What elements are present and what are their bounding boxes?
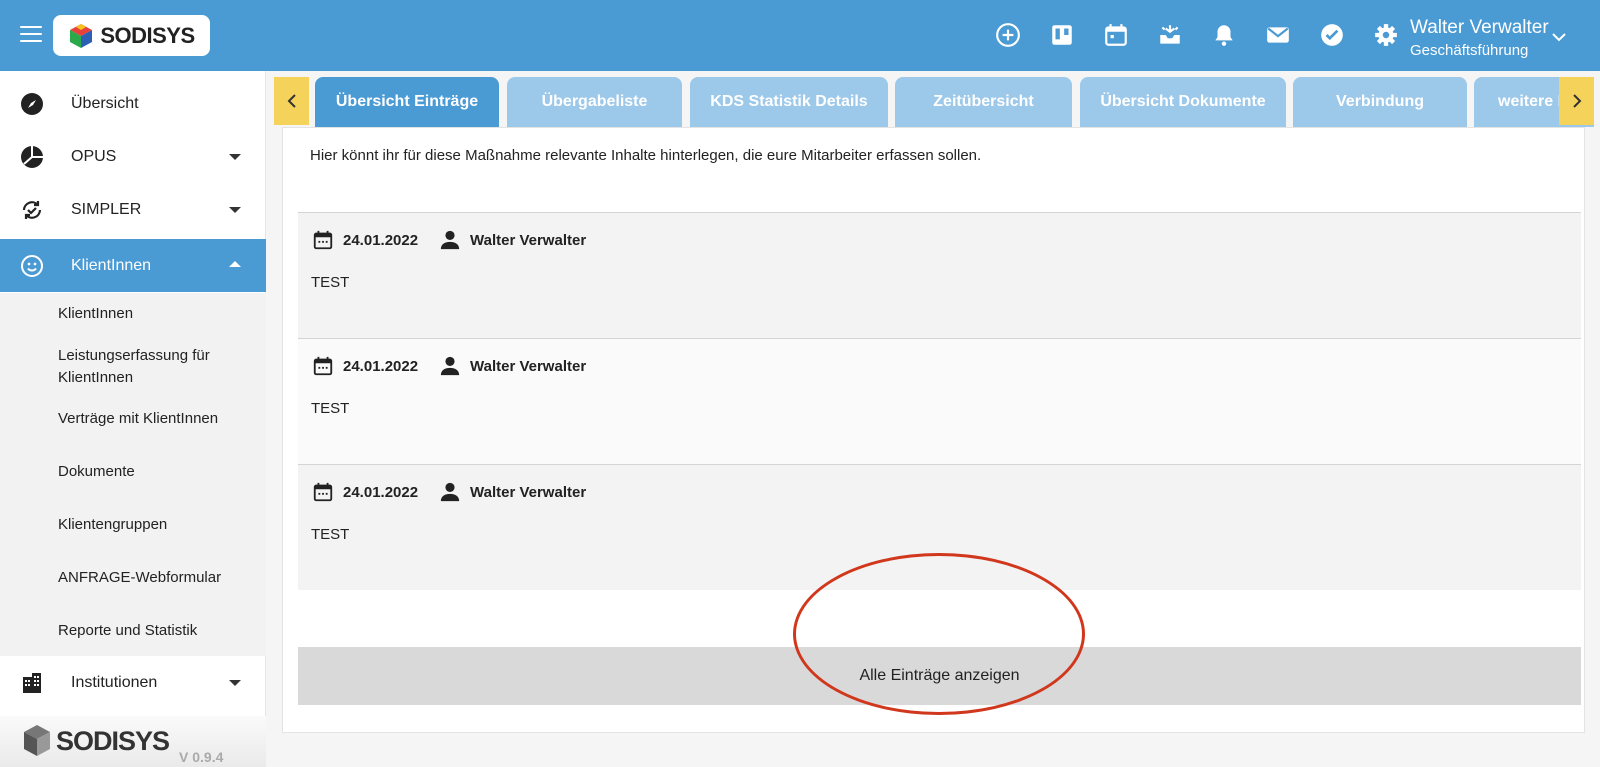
footer-logo: SODISYS (22, 724, 170, 758)
chevron-left-icon (287, 94, 296, 108)
sidebar-item-label: KlientInnen (71, 257, 152, 274)
add-circle-icon[interactable] (995, 22, 1021, 48)
user-role: Geschäftsführung (1410, 42, 1529, 59)
top-bar: SODISYS Walter Verwalter Geschäftsführun… (0, 0, 1600, 71)
mail-icon[interactable] (1265, 22, 1291, 48)
sidebar: Übersicht OPUS SIMPLER KlientInnen Klien… (0, 71, 266, 767)
submenu-item-vertraege[interactable]: Verträge mit KlientInnen (58, 408, 248, 430)
entry-text: TEST (311, 526, 350, 543)
calendar-icon (313, 230, 333, 250)
chevron-down-icon[interactable] (1552, 32, 1566, 42)
tab-uebersicht-eintraege[interactable]: Übersicht Einträge (315, 77, 499, 127)
compass-icon (21, 93, 43, 115)
person-icon (440, 230, 460, 250)
sidebar-item-label: Übersicht (71, 95, 139, 112)
entry-date: 24.01.2022 (343, 358, 419, 375)
chevron-right-icon (1572, 94, 1581, 108)
submenu-item-dokumente[interactable]: Dokumente (58, 461, 248, 483)
submenu-item-klientinnen[interactable]: KlientInnen (58, 303, 248, 325)
smile-icon (21, 255, 43, 277)
sidebar-item-institutionen[interactable]: Institutionen (0, 656, 266, 709)
tab-verbindung[interactable]: Verbindung (1293, 77, 1467, 127)
calendar-icon (313, 356, 333, 376)
entries-panel: Hier könnt ihr für diese Maßnahme releva… (282, 127, 1585, 733)
entry-author: Walter Verwalter (470, 484, 587, 501)
pie-icon (21, 146, 43, 168)
version-label: V 0.9.4 (179, 749, 224, 765)
check-circle-icon[interactable] (1319, 22, 1345, 48)
gear-icon[interactable] (1373, 22, 1399, 48)
entry-item: 24.01.2022 Walter Verwalter TEST (298, 212, 1581, 338)
calendar-icon (313, 482, 333, 502)
tabs-scroll-right-button[interactable] (1559, 77, 1594, 125)
entry-date: 24.01.2022 (343, 484, 419, 501)
sidebar-item-label: SIMPLER (71, 201, 142, 218)
tab-uebergabeliste[interactable]: Übergabeliste (507, 77, 682, 127)
logo-cube-icon (24, 725, 50, 756)
tab-uebersicht-dokumente[interactable]: Übersicht Dokumente (1080, 77, 1286, 127)
tabs-scroll-left-button[interactable] (274, 77, 309, 125)
main-content: Übersicht Einträge Übergabeliste KDS Sta… (266, 71, 1600, 767)
logo-text: SODISYS (100, 22, 195, 48)
submenu-klientinnen: KlientInnen Leistungserfassung für Klien… (0, 293, 266, 656)
sync-icon (22, 201, 42, 219)
entry-date: 24.01.2022 (343, 232, 419, 249)
entry-author: Walter Verwalter (470, 232, 587, 249)
menu-icon[interactable] (20, 26, 42, 44)
sidebar-item-uebersicht[interactable]: Übersicht (0, 77, 266, 130)
calendar-icon[interactable] (1103, 22, 1129, 48)
intro-text: Hier könnt ihr für diese Maßnahme releva… (310, 147, 982, 164)
logo-cube-icon (70, 23, 93, 48)
building-icon (23, 673, 41, 693)
entry-author: Walter Verwalter (470, 358, 587, 375)
sidebar-item-simpler[interactable]: SIMPLER (0, 183, 266, 236)
entry-item: 24.01.2022 Walter Verwalter TEST (298, 464, 1581, 590)
sidebar-item-opus[interactable]: OPUS (0, 130, 266, 183)
tabs-bar: Übersicht Einträge Übergabeliste KDS Sta… (274, 77, 1594, 127)
caret-down-icon (229, 680, 241, 686)
entry-text: TEST (311, 274, 350, 291)
caret-up-icon (229, 261, 241, 267)
tab-kds-statistik-details[interactable]: KDS Statistik Details (690, 77, 888, 127)
sidebar-footer: SODISYS V 0.9.4 (0, 716, 266, 767)
entry-item: 24.01.2022 Walter Verwalter TEST (298, 338, 1581, 464)
submenu-item-reporte[interactable]: Reporte und Statistik (58, 620, 248, 642)
caret-down-icon (229, 154, 241, 160)
show-all-entries-button[interactable]: Alle Einträge anzeigen (298, 647, 1581, 705)
person-icon (440, 482, 460, 502)
bell-icon[interactable] (1211, 22, 1237, 48)
footer-logo-text: SODISYS (56, 725, 170, 756)
sidebar-item-label: Institutionen (71, 674, 158, 691)
person-icon (440, 356, 460, 376)
user-name: Walter Verwalter (1410, 17, 1549, 38)
caret-down-icon (229, 207, 241, 213)
sidebar-item-label: OPUS (71, 148, 117, 165)
entry-text: TEST (311, 400, 350, 417)
board-icon[interactable] (1049, 22, 1075, 48)
tab-zeituebersicht[interactable]: Zeitübersicht (895, 77, 1072, 127)
submenu-item-anfrage-webformular[interactable]: ANFRAGE-Webformular (58, 567, 248, 589)
submenu-item-leistungserfassung[interactable]: Leistungserfassung für KlientInnen (58, 345, 248, 389)
user-menu[interactable]: Walter Verwalter Geschäftsführung (1410, 17, 1549, 59)
sidebar-item-klientinnen[interactable]: KlientInnen (0, 239, 266, 292)
logo[interactable]: SODISYS (53, 15, 210, 56)
submenu-item-klientengruppen[interactable]: Klientengruppen (58, 514, 248, 536)
inbox-icon[interactable] (1157, 22, 1183, 48)
